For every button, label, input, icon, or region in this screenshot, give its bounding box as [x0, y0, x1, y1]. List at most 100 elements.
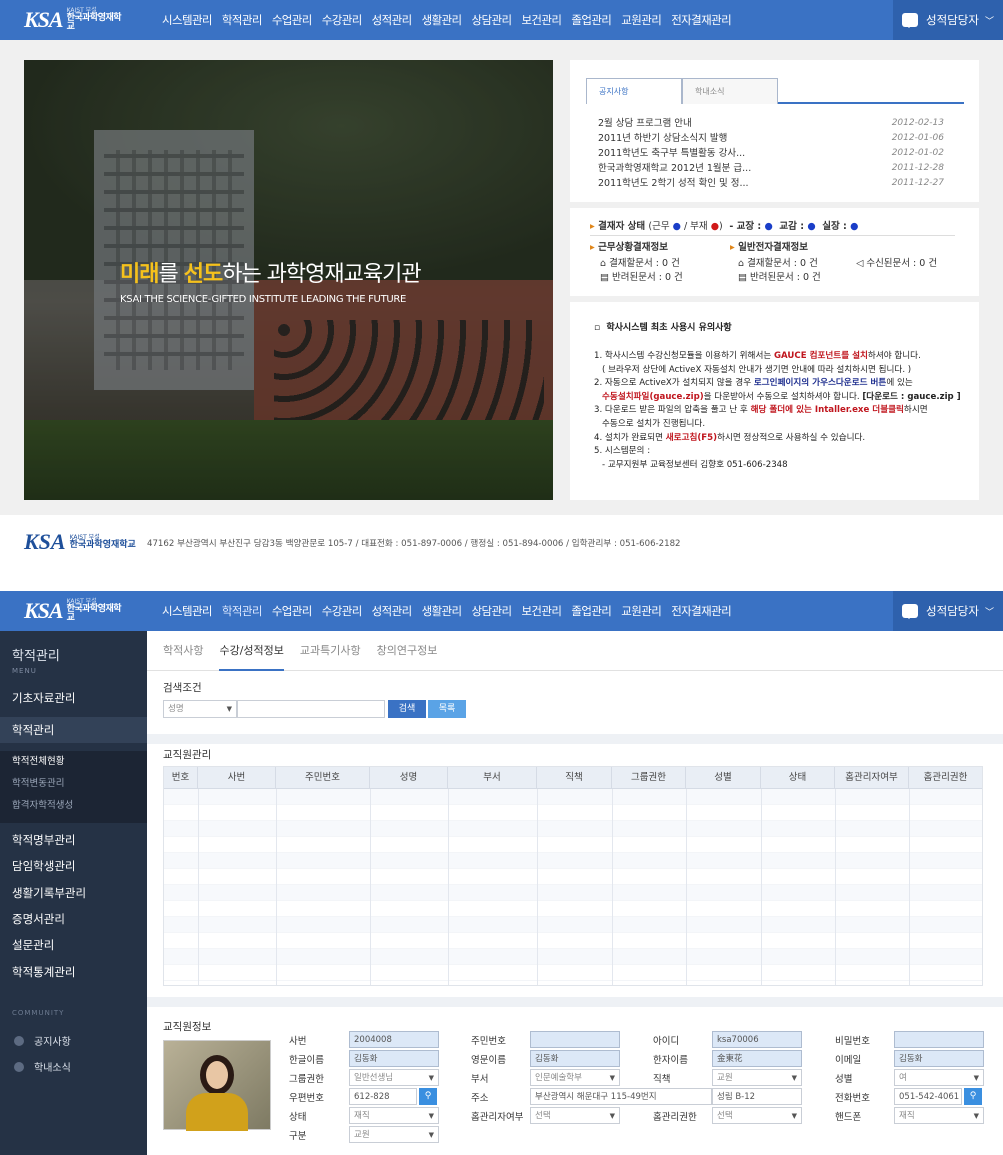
nav-academic[interactable]: 학적관리 — [222, 603, 263, 619]
sidebar-sub-changes[interactable]: 학적변동관리 — [0, 773, 147, 795]
nav-academic[interactable]: 학적관리 — [222, 12, 263, 28]
chevron-down-icon: ﹀ — [984, 607, 994, 618]
tab-news[interactable]: 학내소식 — [682, 78, 778, 104]
home-admin-select[interactable]: 선택 — [530, 1107, 620, 1125]
search-input[interactable] — [237, 700, 385, 718]
nav-counsel[interactable]: 상담관리 — [472, 603, 513, 619]
zipcode-search-icon[interactable]: ⚲ — [419, 1088, 437, 1105]
nav-course[interactable]: 수강관리 — [322, 603, 363, 619]
phone-field[interactable]: 051-542-4061 — [894, 1088, 962, 1105]
user-menu[interactable]: 성적담당자 ﹀ — [893, 0, 1003, 40]
work-pending[interactable]: ⌂ 결재할문서 : 0 건 — [600, 255, 680, 269]
tab-course-grade[interactable]: 수강/성적정보 — [219, 631, 284, 671]
notice-item[interactable]: 2011학년도 2학기 성적 확인 및 정... 2011-12-27 — [598, 176, 944, 191]
department-select[interactable]: 인문예술학부 — [530, 1069, 620, 1087]
work-approval-title: 근무상황결재정보 — [598, 242, 669, 253]
nav-approval[interactable]: 전자결재관리 — [671, 12, 731, 28]
staff-table: 번호 사번 주민번호 성명 부서 직책 그룹권한 성별 상태 홈관리자여부 홈관… — [163, 766, 983, 986]
community-notice[interactable]: 공지사항 — [14, 1033, 71, 1048]
sidebar-sub-overview[interactable]: 학적전체현황 — [0, 751, 147, 773]
zipcode-field[interactable]: 612-828 — [349, 1088, 417, 1105]
mobile-select[interactable]: 재직 — [894, 1107, 984, 1125]
sidebar-item-homeroom[interactable]: 담임학생관리 — [0, 853, 147, 879]
hero-banner: 미래를 선도하는 과학영재교육기관 KSAI THE SCIENCE-GIFTE… — [24, 60, 553, 500]
system-guide-panel: ▫ 학사시스템 최초 사용시 유의사항 1. 학사시스템 수강신청모듈을 이용하… — [570, 302, 979, 500]
password-field[interactable] — [894, 1031, 984, 1048]
community-news[interactable]: 학내소식 — [14, 1059, 71, 1074]
address-detail-field[interactable]: 성림 B-12 — [712, 1088, 802, 1105]
staff-info-title: 교직원정보 — [163, 1021, 212, 1033]
nav-class[interactable]: 수업관리 — [272, 12, 313, 28]
ksa-logo[interactable]: KSA KAIST 부설 한국과학영재학교 — [24, 6, 128, 34]
bell-icon — [14, 1035, 24, 1046]
received-docs[interactable]: ◁ 수신된문서 : 0 건 — [856, 255, 937, 269]
phone-search-icon[interactable]: ⚲ — [964, 1088, 982, 1105]
english-name-field[interactable]: 김동화 — [530, 1050, 620, 1067]
user-id-field[interactable]: ksa70006 — [712, 1031, 802, 1048]
nav-grade[interactable]: 성적관리 — [372, 603, 413, 619]
email-field[interactable]: 김동화 — [894, 1050, 984, 1067]
sidebar-item-certificates[interactable]: 증명서관리 — [0, 906, 147, 932]
nav-graduation[interactable]: 졸업관리 — [571, 603, 612, 619]
sidebar-title: 학적관리 — [12, 649, 60, 664]
user-menu[interactable]: 성적담당자 ﹀ — [893, 591, 1003, 631]
work-rejected[interactable]: ▤ 반려된문서 : 0 건 — [600, 269, 683, 283]
korean-name-field[interactable]: 김동화 — [349, 1050, 439, 1067]
notice-item[interactable]: 한국과학영재학교 2012년 1월분 급... 2011-12-28 — [598, 161, 944, 176]
sidebar-item-basic[interactable]: 기초자료관리 — [0, 685, 147, 711]
nav-grade[interactable]: 성적관리 — [372, 12, 413, 28]
page-footer: KSA KAIST 부설 한국과학영재학교 47162 부산광역시 부산진구 당감… — [0, 515, 1003, 575]
type-select[interactable]: 교원 — [349, 1126, 439, 1144]
staff-photo — [163, 1040, 271, 1131]
hanja-name-field[interactable]: 金東花 — [712, 1050, 802, 1067]
nav-faculty[interactable]: 교원관리 — [621, 12, 662, 28]
nav-health[interactable]: 보건관리 — [521, 603, 562, 619]
home-permission-select[interactable]: 선택 — [712, 1107, 802, 1125]
tab-creative-research[interactable]: 창의연구정보 — [377, 631, 438, 671]
search-title: 검색조건 — [163, 682, 202, 694]
table-body[interactable] — [164, 789, 982, 985]
gender-select[interactable]: 여 — [894, 1069, 984, 1087]
address-field[interactable]: 부산광역시 해운대구 115-49번지 — [530, 1088, 712, 1105]
nav-course[interactable]: 수강관리 — [322, 12, 363, 28]
search-button[interactable]: 검색 — [388, 700, 426, 718]
nav-approval[interactable]: 전자결재관리 — [671, 603, 731, 619]
chevron-down-icon: ﹀ — [984, 16, 994, 27]
nav-graduation[interactable]: 졸업관리 — [571, 12, 612, 28]
ksa-logo[interactable]: KSA KAIST 부설 한국과학영재학교 — [24, 597, 128, 625]
general-rejected[interactable]: ▤ 반려된문서 : 0 건 — [738, 269, 821, 283]
sub-tabs: 학적사항 수강/성적정보 교과특기사항 창의연구정보 — [147, 631, 1003, 671]
list-button[interactable]: 목록 — [428, 700, 466, 718]
tab-notice[interactable]: 공지사항 — [586, 78, 682, 104]
nav-system[interactable]: 시스템관리 — [162, 12, 213, 28]
search-field-select[interactable]: 성명 — [163, 700, 237, 718]
sidebar: 학적관리 MENU 기초자료관리 학적관리 학적전체현황 학적변동관리 합격자학… — [0, 631, 147, 1155]
sidebar-item-academic[interactable]: 학적관리 — [0, 717, 147, 743]
employee-no-field[interactable]: 2004008 — [349, 1031, 439, 1048]
nav-class[interactable]: 수업관리 — [272, 603, 313, 619]
position-select[interactable]: 교원 — [712, 1069, 802, 1087]
notice-item[interactable]: 2011학년도 축구부 특별활동 강사... 2012-01-02 — [598, 146, 944, 161]
top-navbar: KSA KAIST 부설 한국과학영재학교 시스템관리 학적관리 수업관리 수강관… — [0, 0, 1003, 40]
nav-life[interactable]: 생활관리 — [422, 603, 463, 619]
guide-body: 1. 학사시스템 수강신청모듈을 이용하기 위해서는 GAUCE 컴포넌트를 설… — [594, 351, 961, 470]
notice-item[interactable]: 2월 상담 프로그램 안내 2012-02-13 — [598, 116, 944, 131]
general-pending[interactable]: ⌂ 결재할문서 : 0 건 — [738, 255, 818, 269]
chat-icon — [902, 13, 919, 28]
sidebar-item-records[interactable]: 생활기록부관리 — [0, 880, 147, 906]
nav-life[interactable]: 생활관리 — [422, 12, 463, 28]
sidebar-item-register[interactable]: 학적명부관리 — [0, 827, 147, 853]
sidebar-item-survey[interactable]: 설문관리 — [0, 932, 147, 958]
notice-item[interactable]: 2011년 하반기 상담소식지 발행 2012-01-06 — [598, 131, 944, 146]
sidebar-item-stats[interactable]: 학적통계관리 — [0, 959, 147, 985]
nav-counsel[interactable]: 상담관리 — [472, 12, 513, 28]
tab-subject-notes[interactable]: 교과특기사항 — [300, 631, 361, 671]
group-permission-select[interactable]: 일반선생님 — [349, 1069, 439, 1087]
tab-academic-info[interactable]: 학적사항 — [163, 631, 203, 671]
status-select[interactable]: 재직 — [349, 1107, 439, 1125]
rrn-field[interactable] — [530, 1031, 620, 1048]
nav-health[interactable]: 보건관리 — [521, 12, 562, 28]
nav-faculty[interactable]: 교원관리 — [621, 603, 662, 619]
sidebar-sub-generate[interactable]: 합격자학적생성 — [0, 795, 147, 817]
nav-system[interactable]: 시스템관리 — [162, 603, 213, 619]
